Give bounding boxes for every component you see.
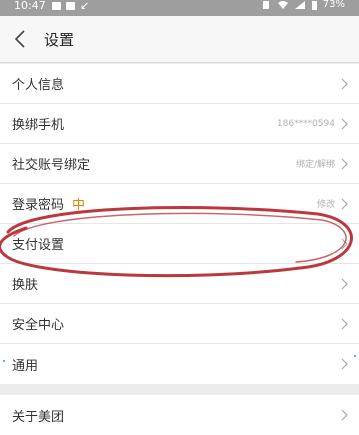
notification-icon	[52, 2, 61, 10]
settings-item-skin[interactable]: 换肤	[0, 264, 359, 304]
chevron-right-icon	[341, 198, 348, 210]
nav-bar: 设置	[0, 16, 359, 63]
page-title: 设置	[44, 31, 75, 49]
password-strength-badge: 中	[72, 198, 86, 213]
settings-item-label: 社交账号绑定	[12, 158, 91, 173]
settings-item-label: 通用	[12, 358, 39, 374]
battery-percent: 73%	[322, 0, 345, 10]
settings-item-label: 登录密码	[12, 198, 65, 213]
settings-item-about[interactable]: 关于美团	[0, 395, 359, 435]
edge-marker	[354, 355, 356, 357]
status-time: 10:47	[14, 0, 46, 12]
chevron-right-icon	[341, 358, 348, 370]
settings-item-profile[interactable]: 个人信息	[0, 64, 359, 104]
password-modify-value: 修改	[316, 200, 335, 210]
chevron-right-icon	[341, 278, 348, 290]
edge-marker	[3, 360, 5, 362]
settings-item-social-binding[interactable]: 社交账号绑定 绑定/解绑	[0, 144, 359, 184]
back-arrow-icon[interactable]	[12, 29, 28, 49]
chevron-right-icon	[341, 238, 348, 250]
signal-icon	[294, 0, 305, 9]
settings-item-payment[interactable]: 支付设置	[0, 224, 359, 264]
binding-status-value: 绑定/解绑	[295, 160, 335, 170]
chevron-right-icon	[341, 409, 348, 421]
phone-number-value: 186****0594	[276, 118, 335, 129]
wifi-icon	[277, 0, 288, 9]
settings-group-about: 关于美团	[0, 395, 359, 435]
settings-item-general[interactable]: 通用	[0, 344, 359, 384]
chevron-right-icon	[341, 118, 348, 130]
settings-item-label: 安全中心	[12, 318, 65, 333]
chevron-right-icon	[341, 78, 348, 90]
settings-item-label: 个人信息	[12, 78, 65, 93]
settings-item-label: 关于美团	[12, 409, 65, 425]
notification-arrow-icon: ↙	[80, 0, 90, 12]
vibrate-icon	[262, 0, 269, 9]
settings-item-label: 换肤	[12, 278, 39, 293]
notification-icon	[66, 2, 75, 10]
status-bar: 10:47 ↙ 73%	[0, 0, 359, 16]
settings-item-label: 换绑手机	[12, 118, 65, 133]
settings-item-label: 支付设置	[12, 238, 65, 253]
battery-icon	[311, 0, 317, 10]
chevron-right-icon	[341, 318, 348, 330]
settings-group-account: 个人信息 换绑手机 186****0594 社交账号绑定 绑定/解绑 登录密码 …	[0, 64, 359, 384]
settings-item-change-phone[interactable]: 换绑手机 186****0594	[0, 104, 359, 144]
chevron-right-icon	[341, 158, 348, 170]
settings-item-security-center[interactable]: 安全中心	[0, 304, 359, 344]
settings-item-login-password[interactable]: 登录密码 中 修改	[0, 184, 359, 224]
